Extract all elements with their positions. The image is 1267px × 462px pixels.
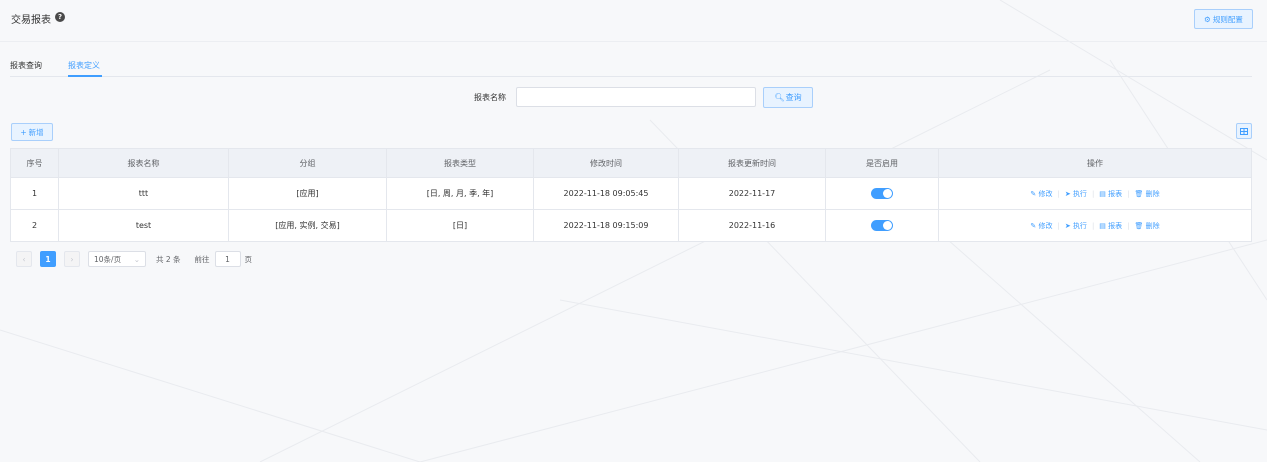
goto-page-input[interactable]: 1	[214, 251, 241, 267]
enabled-toggle[interactable]	[871, 220, 893, 231]
goto-label: 前往	[194, 254, 210, 264]
column-settings-button[interactable]	[1236, 123, 1252, 139]
cell-actions: ✎ 修改 | ➤ 执行 | ▤ 报表 | 🗑︎ 删除	[938, 177, 1252, 210]
edit-icon: ✎	[1030, 221, 1037, 230]
report-name-input[interactable]	[516, 87, 756, 107]
add-button-label: 新增	[28, 127, 44, 137]
row-actions: ✎ 修改 | ➤ 执行 | ▤ 报表 | 🗑︎ 删除	[1030, 189, 1159, 199]
tab-bar: 报表查询 报表定义	[10, 54, 1252, 77]
cell-group: [应用]	[228, 177, 387, 210]
query-button-label: 查询	[785, 93, 802, 102]
toggle-knob	[883, 221, 892, 230]
page-title: 交易报表	[11, 15, 51, 26]
report-name-label: 报表名称	[474, 93, 506, 102]
action-divider: |	[1127, 189, 1130, 198]
page: 交易报表 ? ⚙ 规则配置 报表查询 报表定义 报表名称 🔍︎ 查询 + 新增 …	[0, 0, 1267, 462]
run-action[interactable]: ➤ 执行	[1065, 221, 1087, 231]
total-count: 共 2 条	[156, 254, 181, 264]
tab-report-definition[interactable]: 报表定义	[68, 60, 100, 71]
report-table: 序号 报表名称 分组 报表类型 修改时间 报表更新时间 是否启用 操作 1 tt…	[10, 148, 1252, 242]
send-icon: ➤	[1064, 189, 1071, 198]
table-columns-icon	[1240, 127, 1248, 135]
column-header-enabled: 是否启用	[825, 148, 939, 178]
cell-group: [应用, 实例, 交易]	[228, 209, 387, 242]
edit-action[interactable]: ✎ 修改	[1030, 189, 1052, 199]
action-divider: |	[1127, 221, 1130, 230]
cell-enabled	[825, 177, 939, 210]
cell-actions: ✎ 修改 | ➤ 执行 | ▤ 报表 | 🗑︎ 删除	[938, 209, 1252, 242]
search-icon: 🔍︎	[774, 93, 785, 102]
action-divider: |	[1057, 189, 1060, 198]
enabled-toggle[interactable]	[871, 188, 893, 199]
report-action[interactable]: ▤ 报表	[1099, 221, 1122, 231]
cell-modified-time: 2022-11-18 09:15:09	[533, 209, 679, 242]
add-button[interactable]: + 新增	[11, 123, 53, 141]
rule-config-button[interactable]: ⚙ 规则配置	[1194, 9, 1253, 29]
rule-config-label: 规则配置	[1212, 14, 1243, 24]
page-size-value: 10条/页	[94, 254, 122, 264]
active-tab-indicator	[68, 75, 102, 77]
send-icon: ➤	[1064, 221, 1071, 230]
cell-index: 2	[10, 209, 59, 242]
edit-action[interactable]: ✎ 修改	[1030, 221, 1052, 231]
cell-type: [日]	[386, 209, 534, 242]
help-icon[interactable]: ?	[55, 12, 65, 22]
run-action[interactable]: ➤ 执行	[1065, 189, 1087, 199]
cell-index: 1	[10, 177, 59, 210]
document-icon: ▤	[1099, 221, 1106, 230]
action-divider: |	[1091, 189, 1095, 198]
next-page-button[interactable]: ›	[64, 251, 80, 267]
page-header: 交易报表 ? ⚙ 规则配置	[0, 0, 1267, 42]
pagination: ‹ 1 › 10条/页 ⌄ 共 2 条 前往 1 页	[16, 251, 252, 267]
column-header-index: 序号	[10, 148, 59, 178]
query-button[interactable]: 🔍︎ 查询	[763, 87, 813, 108]
cell-name: ttt	[58, 177, 229, 210]
cell-update-time: 2022-11-16	[678, 209, 826, 242]
action-divider: |	[1091, 221, 1095, 230]
action-divider: |	[1057, 221, 1060, 230]
column-header-actions: 操作	[938, 148, 1252, 178]
cell-modified-time: 2022-11-18 09:05:45	[533, 177, 679, 210]
cell-enabled	[825, 209, 939, 242]
delete-action[interactable]: 🗑︎ 删除	[1135, 221, 1160, 231]
chevron-down-icon: ⌄	[133, 254, 140, 264]
column-header-update-time: 报表更新时间	[678, 148, 826, 178]
trash-icon: 🗑︎	[1134, 221, 1144, 230]
row-actions: ✎ 修改 | ➤ 执行 | ▤ 报表 | 🗑︎ 删除	[1030, 221, 1159, 231]
edit-icon: ✎	[1030, 189, 1037, 198]
page-unit-label: 页	[244, 254, 253, 264]
page-number-current[interactable]: 1	[40, 251, 56, 267]
toggle-knob	[883, 189, 892, 198]
report-action[interactable]: ▤ 报表	[1099, 189, 1122, 199]
trash-icon: 🗑︎	[1134, 189, 1144, 198]
column-header-group: 分组	[228, 148, 387, 178]
document-icon: ▤	[1099, 189, 1106, 198]
table-row: 2 test [应用, 实例, 交易] [日] 2022-11-18 09:15…	[10, 209, 1252, 242]
cell-name: test	[58, 209, 229, 242]
gear-icon: ⚙	[1204, 14, 1211, 24]
tab-report-query[interactable]: 报表查询	[10, 60, 42, 71]
cell-update-time: 2022-11-17	[678, 177, 826, 210]
column-header-name: 报表名称	[58, 148, 229, 178]
page-size-select[interactable]: 10条/页 ⌄	[88, 251, 146, 267]
prev-page-button[interactable]: ‹	[16, 251, 32, 267]
table-row: 1 ttt [应用] [日, 周, 月, 季, 年] 2022-11-18 09…	[10, 177, 1252, 210]
plus-icon: +	[20, 127, 27, 137]
column-header-type: 报表类型	[386, 148, 534, 178]
cell-type: [日, 周, 月, 季, 年]	[386, 177, 534, 210]
column-header-modified-time: 修改时间	[533, 148, 679, 178]
delete-action[interactable]: 🗑︎ 删除	[1135, 189, 1160, 199]
table-header-row: 序号 报表名称 分组 报表类型 修改时间 报表更新时间 是否启用 操作	[10, 148, 1252, 178]
